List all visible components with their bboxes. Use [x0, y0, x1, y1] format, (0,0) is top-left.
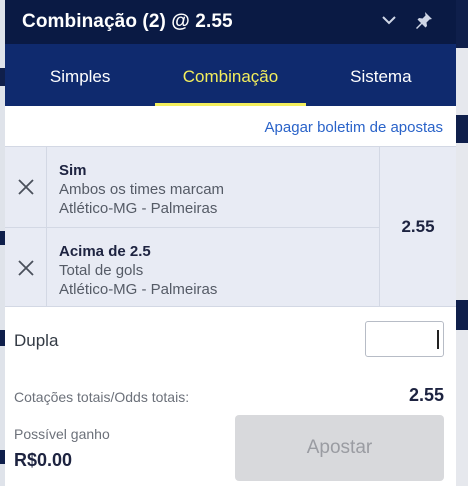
bet-type-tabs: Simples Combinação Sistema [5, 44, 456, 106]
selection-info: Acima de 2.5 Total de gols Atlético-MG -… [47, 228, 217, 307]
betslip-header[interactable]: Combinação (2) @ 2.55 [5, 0, 456, 44]
chevron-down-icon[interactable] [380, 11, 398, 29]
betslip-panel: Combinação (2) @ 2.55 Simples Combinação… [5, 0, 456, 486]
text-cursor [437, 330, 439, 349]
tab-simples[interactable]: Simples [5, 44, 155, 106]
clear-row: Apagar boletim de apostas [5, 106, 456, 146]
remove-selection-button[interactable] [5, 228, 47, 307]
selection-event: Atlético-MG - Palmeiras [59, 281, 218, 298]
total-odds-label: Cotações totais/Odds totais: [14, 389, 190, 405]
selection-name: Acima de 2.5 [59, 243, 151, 260]
selections-list: Sim Ambos os times marcam Atlético-MG - … [5, 146, 456, 307]
selection-name: Sim [59, 162, 87, 179]
potential-win-label: Possível ganho [14, 426, 110, 442]
clear-betslip-link[interactable]: Apagar boletim de apostas [265, 119, 443, 136]
stake-input[interactable] [365, 321, 444, 357]
betslip-title: Combinação (2) @ 2.55 [22, 11, 233, 32]
total-odds-value: 2.55 [408, 385, 444, 405]
stake-label: Dupla [14, 331, 59, 350]
close-icon [17, 259, 34, 276]
selection-info: Sim Ambos os times marcam Atlético-MG - … [47, 147, 224, 227]
selection-item: Acima de 2.5 Total de gols Atlético-MG -… [5, 227, 379, 307]
pin-icon[interactable] [414, 10, 434, 30]
combined-odds: 2.55 [379, 147, 456, 306]
tab-sistema[interactable]: Sistema [306, 44, 456, 106]
place-bet-button[interactable]: Apostar [235, 415, 444, 481]
close-icon [17, 179, 34, 195]
remove-selection-button[interactable] [5, 147, 47, 227]
selection-market: Total de gols [59, 262, 144, 279]
header-icons [380, 10, 434, 30]
selection-market: Ambos os times marcam [59, 181, 225, 198]
background-right-edge [456, 0, 468, 486]
stake-row: Dupla [5, 307, 456, 371]
total-odds-row: Cotações totais/Odds totais: 2.55 [5, 371, 456, 411]
selection-item: Sim Ambos os times marcam Atlético-MG - … [5, 147, 379, 227]
tab-combinacao[interactable]: Combinação [155, 44, 306, 106]
potential-win-value: R$0.00 [14, 450, 73, 470]
selection-event: Atlético-MG - Palmeiras [59, 200, 218, 217]
bet-summary: Possível ganho R$0.00 Apostar [5, 411, 456, 486]
